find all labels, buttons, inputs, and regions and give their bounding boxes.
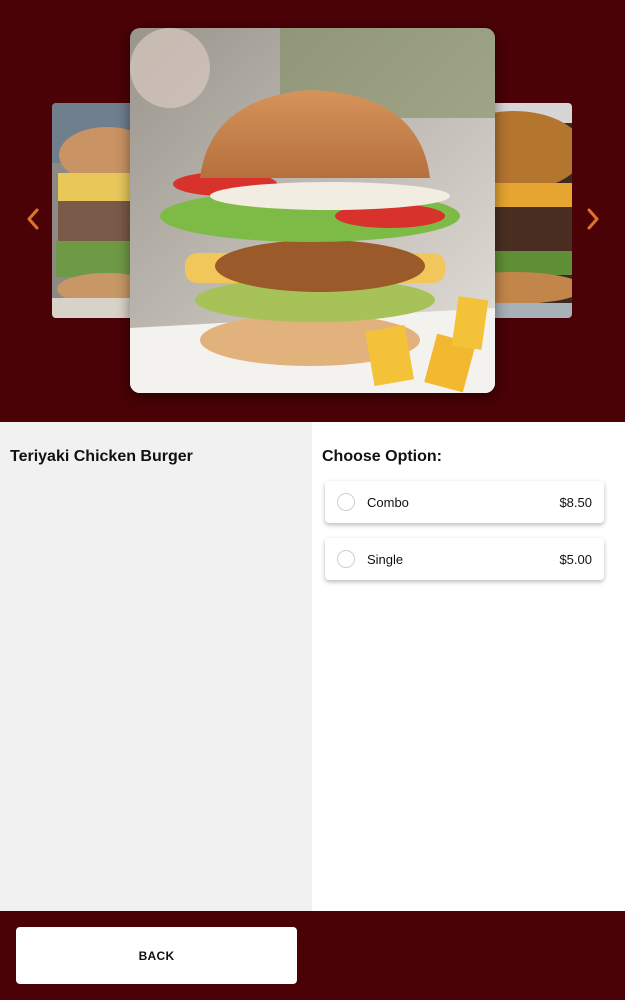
option-label: Combo (367, 494, 409, 510)
carousel-prev-arrow[interactable] (18, 204, 48, 234)
combo-radio[interactable] (337, 493, 355, 511)
option-price: $8.50 (559, 494, 592, 510)
option-combo[interactable]: Combo $8.50 (325, 481, 604, 523)
back-button[interactable]: BACK (16, 927, 297, 984)
option-single[interactable]: Single $5.00 (325, 538, 604, 580)
options-panel: Choose Option: Combo $8.50 Single $5.00 (312, 422, 625, 911)
item-name: Teriyaki Chicken Burger (10, 448, 193, 465)
item-details-panel: Teriyaki Chicken Burger (0, 422, 312, 911)
footer-bar: BACK (0, 911, 625, 1000)
chevron-left-icon (27, 208, 39, 230)
options-title: Choose Option: (322, 448, 442, 465)
carousel-slide-current[interactable] (130, 28, 495, 393)
option-label: Single (367, 551, 404, 567)
single-radio[interactable] (337, 550, 355, 568)
image-carousel (0, 0, 625, 422)
chevron-right-icon (587, 208, 599, 230)
carousel-next-arrow[interactable] (578, 204, 608, 234)
option-price: $5.00 (559, 551, 592, 567)
